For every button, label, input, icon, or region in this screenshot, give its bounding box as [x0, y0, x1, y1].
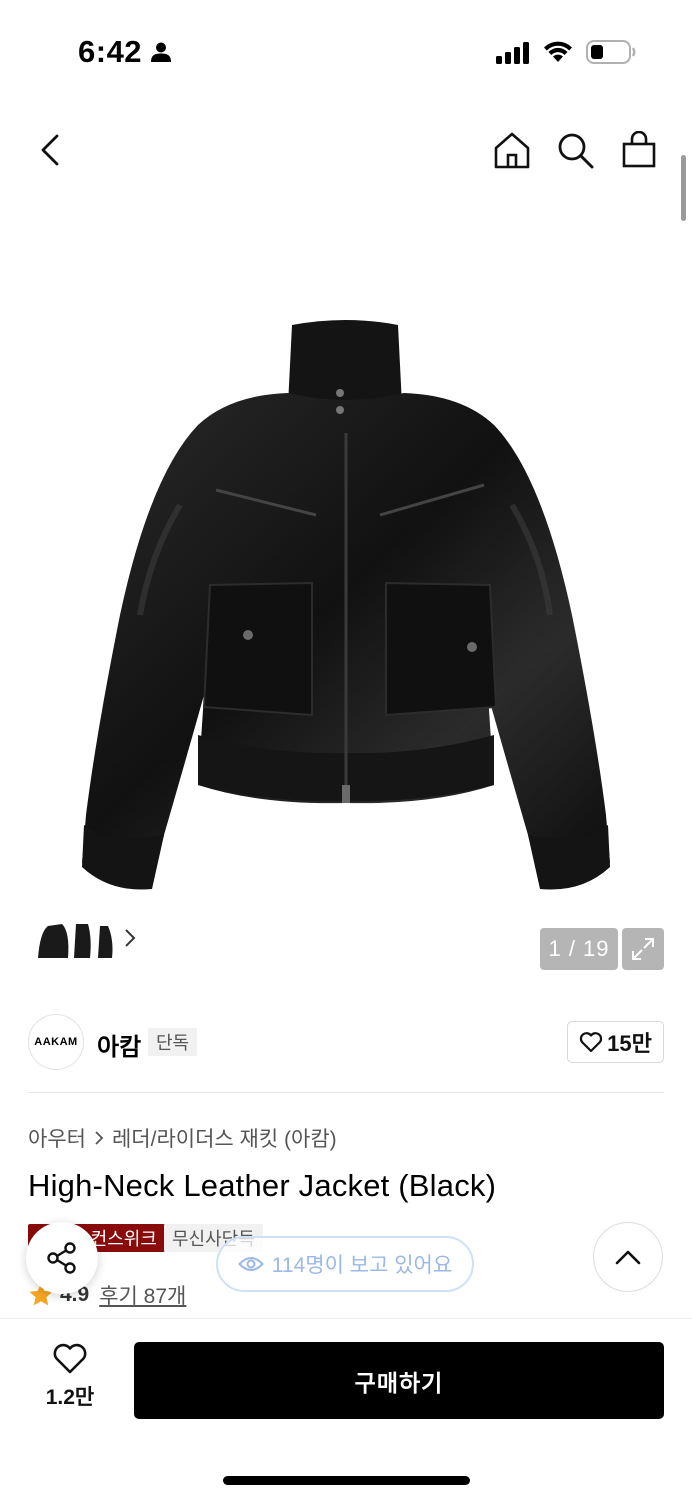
- status-time: 6:42: [78, 34, 143, 69]
- person-icon: [150, 41, 172, 68]
- search-button[interactable]: [553, 128, 597, 172]
- thumbnail-images: [38, 924, 113, 958]
- buy-button[interactable]: 구매하기: [134, 1342, 664, 1419]
- chevron-right-icon: [125, 929, 136, 947]
- heart-icon: [580, 1032, 603, 1053]
- chevron-up-icon: [615, 1250, 641, 1265]
- product-image[interactable]: [80, 315, 612, 895]
- product-title: High-Neck Leather Jacket (Black): [28, 1168, 497, 1203]
- viewers-text: 114명이 보고 있어요: [271, 1254, 453, 1277]
- back-icon: [41, 134, 59, 166]
- share-button[interactable]: [26, 1222, 98, 1294]
- breadcrumb-subcategory[interactable]: 레더/라이더스 재킷 (아캄): [112, 1123, 337, 1153]
- heart-icon: [53, 1343, 87, 1374]
- like-button[interactable]: 1.2만: [30, 1343, 110, 1419]
- expand-button[interactable]: [622, 928, 664, 970]
- home-indicator[interactable]: [223, 1476, 470, 1485]
- status-bar: 6:42: [0, 0, 692, 100]
- brand-like-count: 15만: [607, 1031, 652, 1056]
- image-counter: 1 / 19: [540, 928, 618, 970]
- search-icon: [558, 133, 594, 169]
- eye-icon: [237, 1257, 264, 1271]
- bag-icon: [622, 131, 656, 168]
- scrollbar[interactable]: [681, 155, 686, 221]
- breadcrumb: 아우터 레더/라이더스 재킷 (아캄): [28, 1123, 337, 1153]
- back-button[interactable]: [28, 128, 72, 172]
- review-link[interactable]: 후기 87개: [99, 1280, 186, 1310]
- like-count: 1.2만: [45, 1386, 95, 1409]
- exclusive-tag: 단독: [148, 1028, 198, 1056]
- viewers-indicator: 114명이 보고 있어요: [216, 1236, 474, 1292]
- home-button[interactable]: [490, 128, 534, 172]
- wifi-icon: [542, 39, 574, 68]
- bag-button[interactable]: [617, 128, 661, 172]
- expand-icon: [632, 938, 654, 960]
- divider: [28, 1092, 664, 1093]
- brand-like-button[interactable]: 15만: [567, 1021, 664, 1063]
- scroll-top-button[interactable]: [593, 1222, 663, 1292]
- thumbnail-strip[interactable]: [28, 910, 144, 970]
- brand-logo[interactable]: AAKAM: [28, 1014, 84, 1070]
- battery-icon: [586, 40, 636, 69]
- brand-name[interactable]: 아캄: [97, 1027, 141, 1062]
- chevron-right-icon: [95, 1131, 104, 1145]
- share-icon: [47, 1242, 76, 1274]
- home-icon: [494, 132, 530, 169]
- breadcrumb-category[interactable]: 아우터: [28, 1123, 86, 1153]
- signal-icon: [496, 42, 532, 69]
